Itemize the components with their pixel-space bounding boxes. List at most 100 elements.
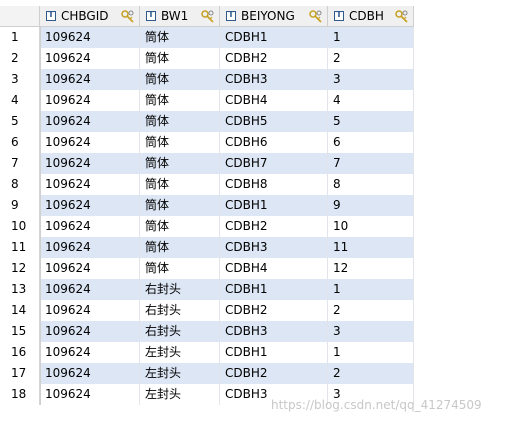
cell-chbgid[interactable]: 109624 [40, 153, 140, 174]
cell-chbgid[interactable]: 109624 [40, 132, 140, 153]
cell-bw1[interactable]: 筒体 [140, 153, 220, 174]
cell-chbgid[interactable]: 109624 [40, 258, 140, 279]
sort-keys-icon[interactable] [308, 9, 324, 23]
table-row[interactable]: 6 109624 筒体 CDBH6 6 [0, 132, 414, 153]
cell-beiyong[interactable]: CDBH2 [220, 48, 328, 69]
cell-beiyong[interactable]: CDBH1 [220, 27, 328, 48]
cell-beiyong[interactable]: CDBH2 [220, 300, 328, 321]
column-header-cdbh[interactable]: CDBH [328, 6, 414, 27]
cell-cdbh[interactable]: 11 [328, 237, 414, 258]
cell-chbgid[interactable]: 109624 [40, 90, 140, 111]
cell-chbgid[interactable]: 109624 [40, 69, 140, 90]
header-corner[interactable] [0, 6, 40, 27]
table-row[interactable]: 4 109624 筒体 CDBH4 4 [0, 90, 414, 111]
row-number[interactable]: 17 [0, 363, 40, 384]
row-number[interactable]: 2 [0, 48, 40, 69]
cell-bw1[interactable]: 筒体 [140, 258, 220, 279]
cell-bw1[interactable]: 筒体 [140, 195, 220, 216]
row-number[interactable]: 5 [0, 111, 40, 132]
cell-bw1[interactable]: 右封头 [140, 321, 220, 342]
cell-beiyong[interactable]: CDBH4 [220, 90, 328, 111]
cell-beiyong[interactable]: CDBH4 [220, 258, 328, 279]
cell-chbgid[interactable]: 109624 [40, 111, 140, 132]
column-header-chbgid[interactable]: CHBGID [40, 6, 140, 27]
table-row[interactable]: 3 109624 筒体 CDBH3 3 [0, 69, 414, 90]
table-row[interactable]: 12 109624 筒体 CDBH4 12 [0, 258, 414, 279]
column-header-bw1[interactable]: BW1 [140, 6, 220, 27]
cell-cdbh[interactable]: 2 [328, 363, 414, 384]
cell-beiyong[interactable]: CDBH8 [220, 174, 328, 195]
cell-beiyong[interactable]: CDBH3 [220, 237, 328, 258]
cell-chbgid[interactable]: 109624 [40, 342, 140, 363]
table-row[interactable]: 15 109624 右封头 CDBH3 3 [0, 321, 414, 342]
row-number[interactable]: 15 [0, 321, 40, 342]
row-number[interactable]: 10 [0, 216, 40, 237]
cell-beiyong[interactable]: CDBH2 [220, 363, 328, 384]
cell-chbgid[interactable]: 109624 [40, 363, 140, 384]
cell-cdbh[interactable]: 9 [328, 195, 414, 216]
table-row[interactable]: 8 109624 筒体 CDBH8 8 [0, 174, 414, 195]
cell-beiyong[interactable]: CDBH1 [220, 342, 328, 363]
row-number[interactable]: 16 [0, 342, 40, 363]
cell-bw1[interactable]: 右封头 [140, 279, 220, 300]
cell-cdbh[interactable]: 1 [328, 342, 414, 363]
cell-bw1[interactable]: 右封头 [140, 300, 220, 321]
cell-beiyong[interactable]: CDBH3 [220, 69, 328, 90]
row-number[interactable]: 13 [0, 279, 40, 300]
cell-cdbh[interactable]: 2 [328, 300, 414, 321]
cell-cdbh[interactable]: 2 [328, 48, 414, 69]
cell-cdbh[interactable]: 6 [328, 132, 414, 153]
row-number[interactable]: 14 [0, 300, 40, 321]
cell-chbgid[interactable]: 109624 [40, 279, 140, 300]
cell-chbgid[interactable]: 109624 [40, 384, 140, 405]
table-row[interactable]: 10 109624 筒体 CDBH2 10 [0, 216, 414, 237]
cell-cdbh[interactable]: 10 [328, 216, 414, 237]
cell-cdbh[interactable]: 3 [328, 69, 414, 90]
cell-beiyong[interactable]: CDBH5 [220, 111, 328, 132]
table-row[interactable]: 14 109624 右封头 CDBH2 2 [0, 300, 414, 321]
row-number[interactable]: 12 [0, 258, 40, 279]
row-number[interactable]: 9 [0, 195, 40, 216]
cell-cdbh[interactable]: 5 [328, 111, 414, 132]
row-number[interactable]: 8 [0, 174, 40, 195]
sort-keys-icon[interactable] [120, 9, 136, 23]
cell-beiyong[interactable]: CDBH7 [220, 153, 328, 174]
row-number[interactable]: 6 [0, 132, 40, 153]
cell-bw1[interactable]: 筒体 [140, 174, 220, 195]
table-row[interactable]: 7 109624 筒体 CDBH7 7 [0, 153, 414, 174]
cell-bw1[interactable]: 左封头 [140, 363, 220, 384]
cell-bw1[interactable]: 筒体 [140, 90, 220, 111]
row-number[interactable]: 18 [0, 384, 40, 405]
cell-bw1[interactable]: 筒体 [140, 111, 220, 132]
cell-cdbh[interactable]: 8 [328, 174, 414, 195]
cell-chbgid[interactable]: 109624 [40, 48, 140, 69]
cell-chbgid[interactable]: 109624 [40, 300, 140, 321]
cell-beiyong[interactable]: CDBH1 [220, 195, 328, 216]
row-number[interactable]: 7 [0, 153, 40, 174]
table-row[interactable]: 11 109624 筒体 CDBH3 11 [0, 237, 414, 258]
cell-bw1[interactable]: 筒体 [140, 237, 220, 258]
cell-chbgid[interactable]: 109624 [40, 216, 140, 237]
table-row[interactable]: 13 109624 右封头 CDBH1 1 [0, 279, 414, 300]
cell-bw1[interactable]: 左封头 [140, 342, 220, 363]
sort-keys-icon[interactable] [200, 9, 216, 23]
cell-beiyong[interactable]: CDBH3 [220, 321, 328, 342]
cell-cdbh[interactable]: 1 [328, 279, 414, 300]
table-row[interactable]: 17 109624 左封头 CDBH2 2 [0, 363, 414, 384]
cell-bw1[interactable]: 筒体 [140, 216, 220, 237]
table-row[interactable]: 16 109624 左封头 CDBH1 1 [0, 342, 414, 363]
row-number[interactable]: 11 [0, 237, 40, 258]
row-number[interactable]: 1 [0, 27, 40, 48]
row-number[interactable]: 3 [0, 69, 40, 90]
cell-cdbh[interactable]: 12 [328, 258, 414, 279]
cell-bw1[interactable]: 筒体 [140, 132, 220, 153]
cell-chbgid[interactable]: 109624 [40, 321, 140, 342]
sort-keys-icon[interactable] [394, 9, 410, 23]
cell-bw1[interactable]: 筒体 [140, 27, 220, 48]
table-row[interactable]: 5 109624 筒体 CDBH5 5 [0, 111, 414, 132]
cell-bw1[interactable]: 筒体 [140, 48, 220, 69]
column-header-beiyong[interactable]: BEIYONG [220, 6, 328, 27]
cell-chbgid[interactable]: 109624 [40, 237, 140, 258]
table-row[interactable]: 9 109624 筒体 CDBH1 9 [0, 195, 414, 216]
cell-cdbh[interactable]: 7 [328, 153, 414, 174]
